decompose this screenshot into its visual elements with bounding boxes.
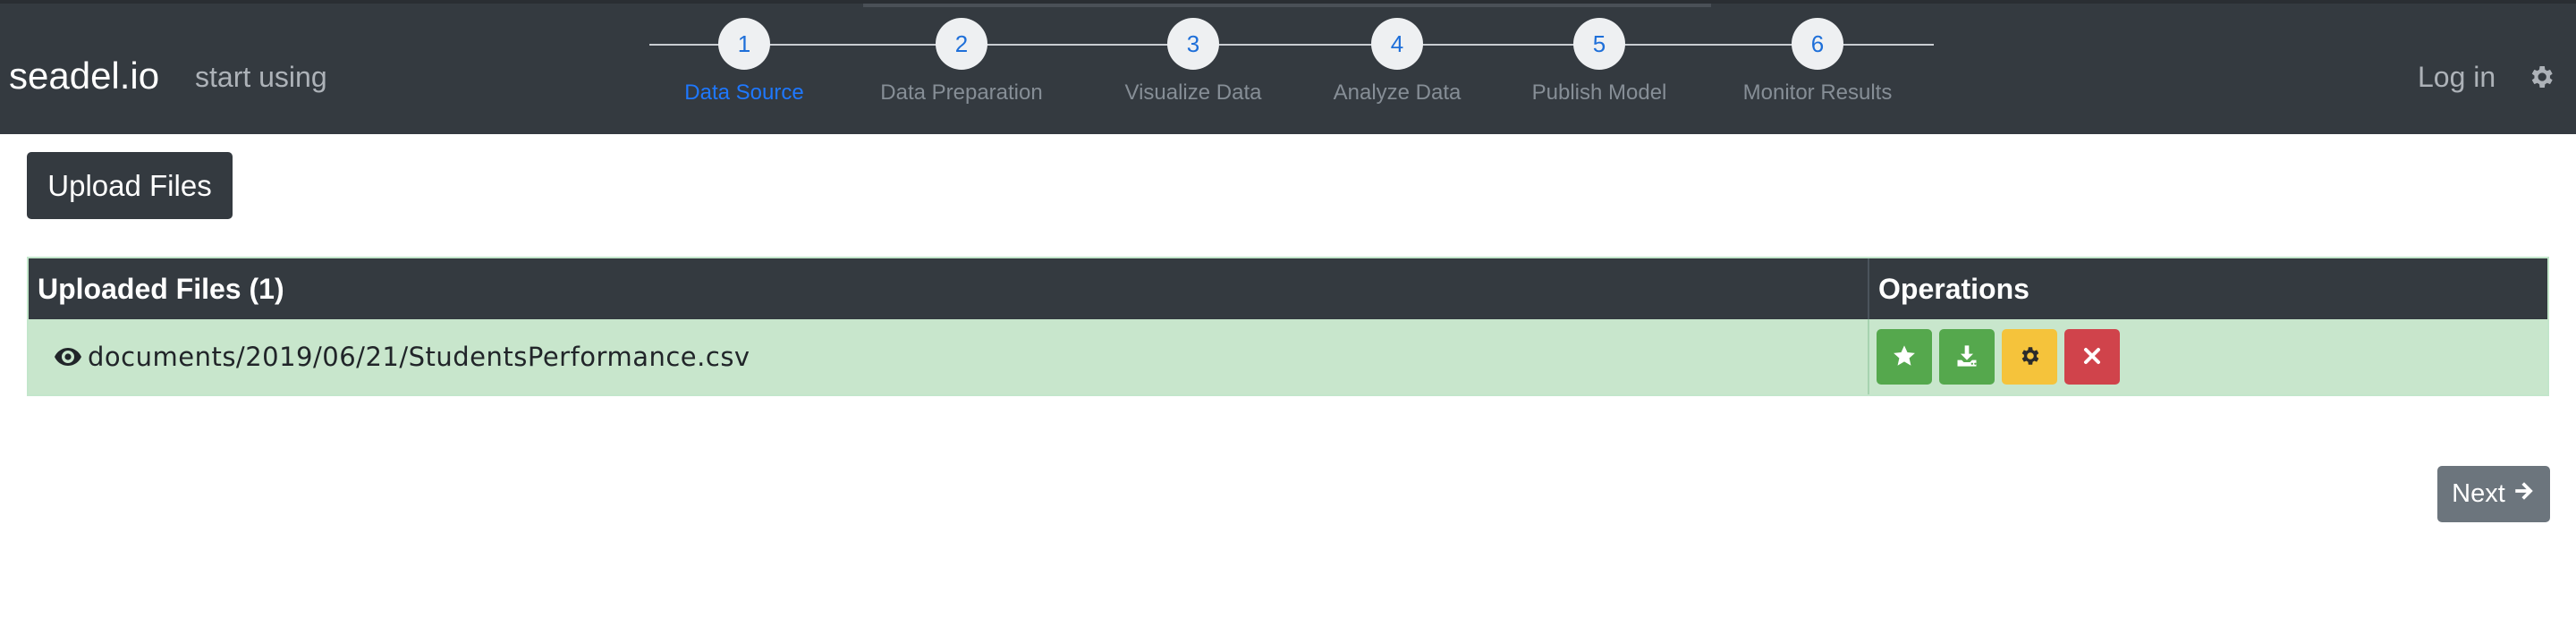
star-button[interactable] (1877, 329, 1932, 385)
step-circle[interactable]: 1 (718, 18, 770, 70)
table-header: Uploaded Files (1) Operations (29, 258, 2547, 319)
files-table: Uploaded Files (1) Operations documents/… (27, 257, 2549, 396)
gear-icon (2018, 344, 2041, 370)
settings-button[interactable] (2002, 329, 2057, 385)
step-analyze-data[interactable]: 4 Analyze Data (1281, 18, 1513, 106)
start-using-link[interactable]: start using (195, 59, 327, 95)
step-label: Publish Model (1531, 80, 1667, 105)
star-icon (1892, 343, 1917, 371)
arrow-right-icon (2512, 479, 2536, 510)
step-label: Analyze Data (1333, 80, 1462, 105)
download-button[interactable] (1939, 329, 1995, 385)
close-icon (2081, 345, 2103, 369)
step-data-preparation[interactable]: 2 Data Preparation (845, 18, 1078, 106)
upload-files-button[interactable]: Upload Files (27, 152, 233, 219)
step-label: Data Source (684, 80, 804, 105)
brand-link[interactable]: seadel.io (9, 54, 159, 98)
next-label: Next (2452, 479, 2505, 508)
download-icon (1954, 343, 1979, 371)
eye-icon[interactable] (54, 347, 82, 367)
step-monitor-results[interactable]: 6 Monitor Results (1701, 18, 1934, 106)
gear-icon[interactable] (2527, 63, 2555, 91)
navbar: seadel.io start using 1 Data Source 2 Da… (0, 0, 2576, 134)
step-data-source[interactable]: 1 Data Source (628, 18, 860, 106)
next-button[interactable]: Next (2437, 466, 2550, 522)
progress-stepper: 1 Data Source 2 Data Preparation 3 Visua… (649, 4, 1934, 138)
file-name[interactable]: documents/2019/06/21/StudentsPerformance… (88, 342, 750, 372)
step-circle[interactable]: 5 (1573, 18, 1625, 70)
step-visualize-data[interactable]: 3 Visualize Data (1077, 18, 1309, 106)
header-uploaded-files: Uploaded Files (1) (29, 258, 1869, 319)
file-cell: documents/2019/06/21/StudentsPerformance… (29, 319, 1869, 394)
step-label: Data Preparation (880, 80, 1043, 105)
step-circle[interactable]: 3 (1167, 18, 1219, 70)
step-label: Visualize Data (1124, 80, 1262, 105)
step-publish-model[interactable]: 5 Publish Model (1483, 18, 1716, 106)
step-circle[interactable]: 2 (936, 18, 987, 70)
header-operations: Operations (1878, 273, 2029, 305)
step-label: Monitor Results (1742, 80, 1893, 105)
login-link[interactable]: Log in (2418, 59, 2496, 95)
step-circle[interactable]: 6 (1792, 18, 1843, 70)
step-circle[interactable]: 4 (1371, 18, 1423, 70)
operations-cell (1869, 319, 2547, 394)
delete-button[interactable] (2064, 329, 2120, 385)
table-row: documents/2019/06/21/StudentsPerformance… (29, 319, 2547, 394)
